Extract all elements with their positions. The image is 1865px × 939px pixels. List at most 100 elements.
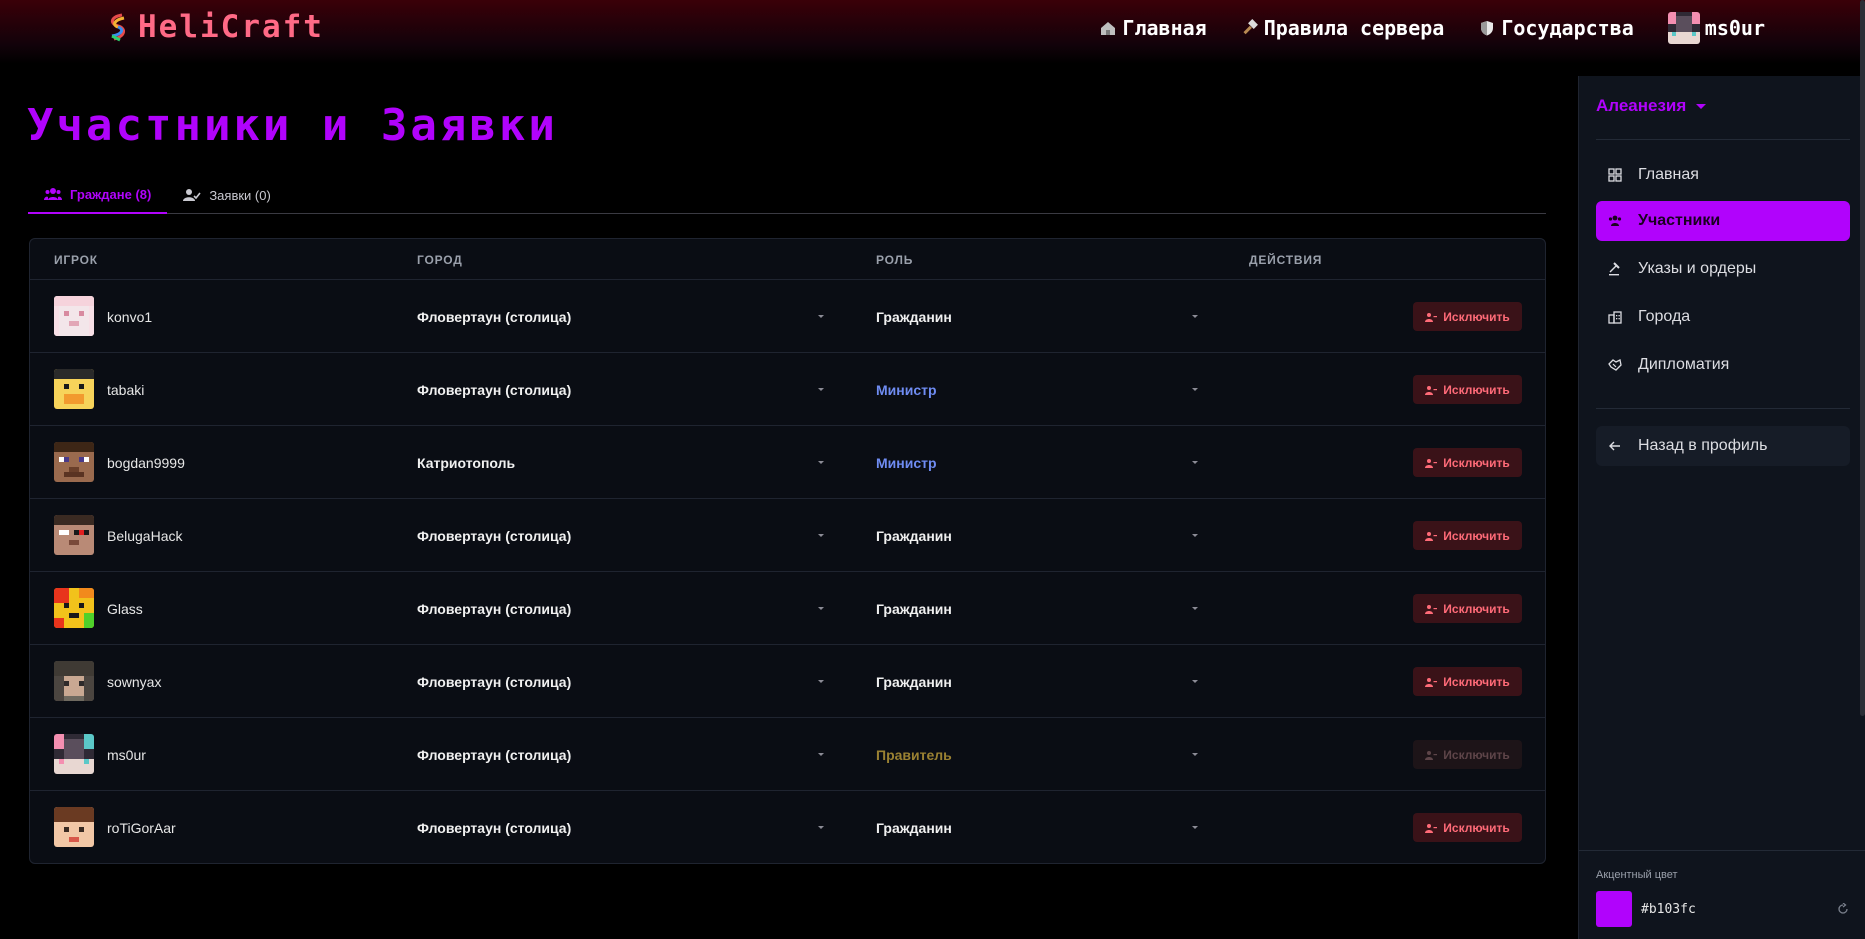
chevron-down-icon[interactable] [818, 315, 824, 318]
page-title: Участники и Заявки [27, 100, 558, 151]
sidebar-item-label: Главная [1638, 166, 1699, 183]
city-select[interactable]: Фловертаун (столица) [417, 382, 571, 398]
hammer-icon [1243, 19, 1258, 35]
player-name[interactable]: Glass [107, 601, 143, 617]
role-select[interactable]: Гражданин [876, 820, 952, 836]
members-table: ИГРОК ГОРОД РОЛЬ ДЕЙСТВИЯ konvo1 Фловерт… [29, 238, 1546, 864]
role-select[interactable]: Министр [876, 455, 937, 471]
kick-button[interactable]: Исключить [1413, 667, 1522, 696]
player-name[interactable]: konvo1 [107, 309, 152, 325]
nav-user-profile[interactable]: ms0ur [1667, 12, 1765, 44]
city-select[interactable]: Фловертаун (столица) [417, 528, 571, 544]
player-avatar [54, 734, 94, 774]
sidebar-item-home[interactable]: Главная [1596, 155, 1850, 195]
chevron-down-icon[interactable] [1192, 534, 1198, 537]
kick-button-label: Исключить [1443, 309, 1510, 324]
nav-states[interactable]: Государства [1478, 16, 1634, 40]
tab-citizens[interactable]: Граждане (8) [28, 176, 168, 214]
kick-button[interactable]: Исключить [1413, 594, 1522, 623]
back-to-profile-button[interactable]: Назад в профиль [1596, 426, 1850, 466]
role-select[interactable]: Гражданин [876, 601, 952, 617]
kick-button[interactable]: Исключить [1413, 813, 1522, 842]
kick-button-label: Исключить [1443, 455, 1510, 470]
role-select[interactable]: Гражданин [876, 528, 952, 544]
chevron-down-icon[interactable] [818, 388, 824, 391]
chevron-down-icon[interactable] [818, 607, 824, 610]
kick-button[interactable]: Исключить [1413, 521, 1522, 550]
nav-rules[interactable]: Правила сервера [1241, 16, 1444, 40]
kick-button[interactable]: Исключить [1413, 302, 1522, 331]
player-name[interactable]: bogdan9999 [107, 455, 185, 471]
page-scrollbar[interactable] [1860, 0, 1865, 716]
handshake-icon [1608, 359, 1622, 371]
city-select[interactable]: Фловертаун (столица) [417, 309, 571, 325]
chevron-down-icon[interactable] [818, 680, 824, 683]
sidebar-item-label: Указы и ордеры [1638, 260, 1757, 277]
brand-logo[interactable]: HeliCraft [104, 9, 324, 45]
nav-user-name: ms0ur [1704, 16, 1765, 40]
shield-icon [1481, 21, 1494, 36]
chevron-down-icon[interactable] [1192, 607, 1198, 610]
tabs-bar: Граждане (8) Заявки (0) [28, 176, 1546, 214]
role-select[interactable]: Правитель [876, 747, 952, 763]
user-minus-icon [1425, 677, 1438, 687]
city-select[interactable]: Фловертаун (столица) [417, 747, 571, 763]
nav-home[interactable]: Главная [1099, 16, 1207, 40]
user-avatar [1667, 12, 1700, 44]
player-avatar [54, 807, 94, 847]
user-minus-icon [1425, 823, 1438, 833]
player-name[interactable]: roTiGorAar [107, 820, 176, 836]
city-select[interactable]: Фловертаун (столица) [417, 674, 571, 690]
chevron-down-icon[interactable] [1192, 680, 1198, 683]
sidebar-item-label: Дипломатия [1638, 356, 1730, 373]
player-name[interactable]: tabaki [107, 382, 144, 398]
user-minus-icon [1425, 531, 1438, 541]
chevron-down-icon[interactable] [818, 826, 824, 829]
chevron-down-icon[interactable] [1192, 388, 1198, 391]
player-name[interactable]: BelugaHack [107, 528, 183, 544]
sidebar-item-members[interactable]: Участники [1596, 201, 1850, 241]
table-row: bogdan9999 Катриотополь Министр Исключит… [30, 426, 1545, 499]
brand-name: HeliCraft [138, 9, 324, 45]
kick-button[interactable]: Исключить [1413, 448, 1522, 477]
accent-color-swatch[interactable] [1596, 891, 1632, 927]
chevron-down-icon[interactable] [1192, 753, 1198, 756]
role-select[interactable]: Гражданин [876, 674, 952, 690]
city-select[interactable]: Катриотополь [417, 455, 515, 471]
header-city: ГОРОД [417, 253, 463, 267]
kick-button: Исключить [1413, 740, 1522, 769]
city-select[interactable]: Фловертаун (столица) [417, 601, 571, 617]
chevron-down-icon[interactable] [818, 534, 824, 537]
accent-color-value[interactable]: #b103fc [1641, 902, 1696, 917]
user-check-icon [183, 189, 201, 201]
tab-citizens-label: Граждане (8) [70, 186, 152, 202]
header-role: РОЛЬ [876, 253, 914, 267]
role-select[interactable]: Гражданин [876, 309, 952, 325]
chevron-down-icon[interactable] [818, 753, 824, 756]
player-name[interactable]: sownyax [107, 674, 161, 690]
chevron-down-icon[interactable] [1192, 315, 1198, 318]
chevron-down-icon[interactable] [1192, 826, 1198, 829]
chevron-down-icon[interactable] [818, 461, 824, 464]
user-minus-icon [1425, 604, 1438, 614]
reset-icon[interactable] [1837, 903, 1849, 915]
accent-color-panel: Акцентный цвет #b103fc [1579, 850, 1865, 939]
kick-button[interactable]: Исключить [1413, 375, 1522, 404]
city-select[interactable]: Фловертаун (столица) [417, 820, 571, 836]
tab-requests[interactable]: Заявки (0) [167, 176, 286, 214]
users-icon [44, 188, 62, 200]
accent-color-label: Акцентный цвет [1596, 869, 1678, 881]
table-header: ИГРОК ГОРОД РОЛЬ ДЕЙСТВИЯ [30, 239, 1545, 280]
role-select[interactable]: Министр [876, 382, 937, 398]
nav-states-label: Государства [1501, 16, 1634, 40]
tab-requests-label: Заявки (0) [209, 187, 271, 203]
state-select[interactable]: Алеанезия [1596, 96, 1707, 116]
player-name[interactable]: ms0ur [107, 747, 146, 763]
sidebar-item-cities[interactable]: Города [1596, 297, 1850, 337]
user-minus-icon [1425, 385, 1438, 395]
sidebar-item-diplomacy[interactable]: Дипломатия [1596, 345, 1850, 385]
chevron-down-icon[interactable] [1192, 461, 1198, 464]
state-sidebar: Алеанезия Главная Участники Указы и орде… [1578, 76, 1865, 939]
table-row: tabaki Фловертаун (столица) Министр Искл… [30, 353, 1545, 426]
sidebar-item-decrees[interactable]: Указы и ордеры [1596, 249, 1850, 289]
